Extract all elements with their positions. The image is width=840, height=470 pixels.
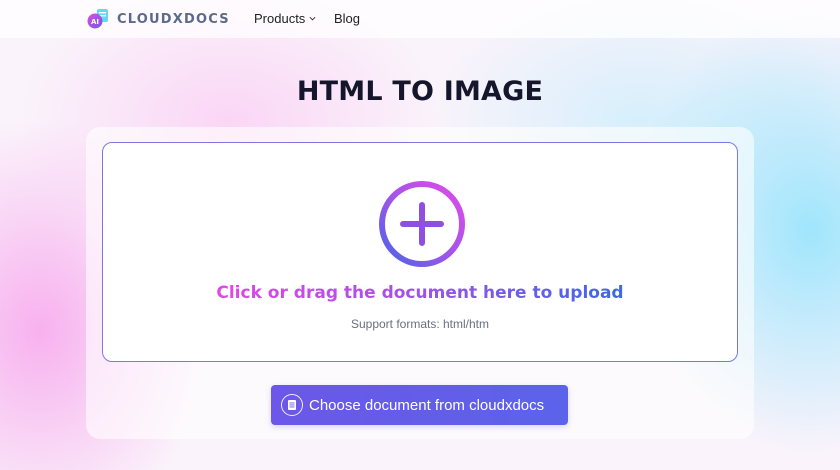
logo-badge-text: AI <box>91 18 99 26</box>
page-title: HTML TO IMAGE <box>296 76 544 107</box>
choose-document-label: Choose document from cloudxdocs <box>309 396 545 414</box>
navbar: AI CLOUDXDOCS Products Blog <box>0 0 840 38</box>
chevron-down-icon <box>309 16 316 21</box>
brand-name: CLOUDXDOCS <box>117 11 230 27</box>
choose-document-button[interactable]: Choose document from cloudxdocs <box>271 385 568 425</box>
nav-blog[interactable]: Blog <box>334 11 360 26</box>
nav-products[interactable]: Products <box>254 11 316 26</box>
cloudxdocs-logo-icon: AI <box>87 8 109 30</box>
document-icon <box>281 394 303 416</box>
upload-dropzone[interactable]: Click or drag the document here to uploa… <box>102 142 738 362</box>
nav-products-label: Products <box>254 11 306 26</box>
supported-formats: Support formats: html/htm <box>350 317 490 331</box>
nav-blog-label: Blog <box>334 11 361 26</box>
brand-logo[interactable]: AI CLOUDXDOCS <box>87 8 230 30</box>
plus-circle-icon[interactable] <box>377 179 467 269</box>
upload-prompt: Click or drag the document here to uploa… <box>103 283 737 303</box>
upload-prompt-text: Click or drag the document here to uploa… <box>216 283 624 303</box>
